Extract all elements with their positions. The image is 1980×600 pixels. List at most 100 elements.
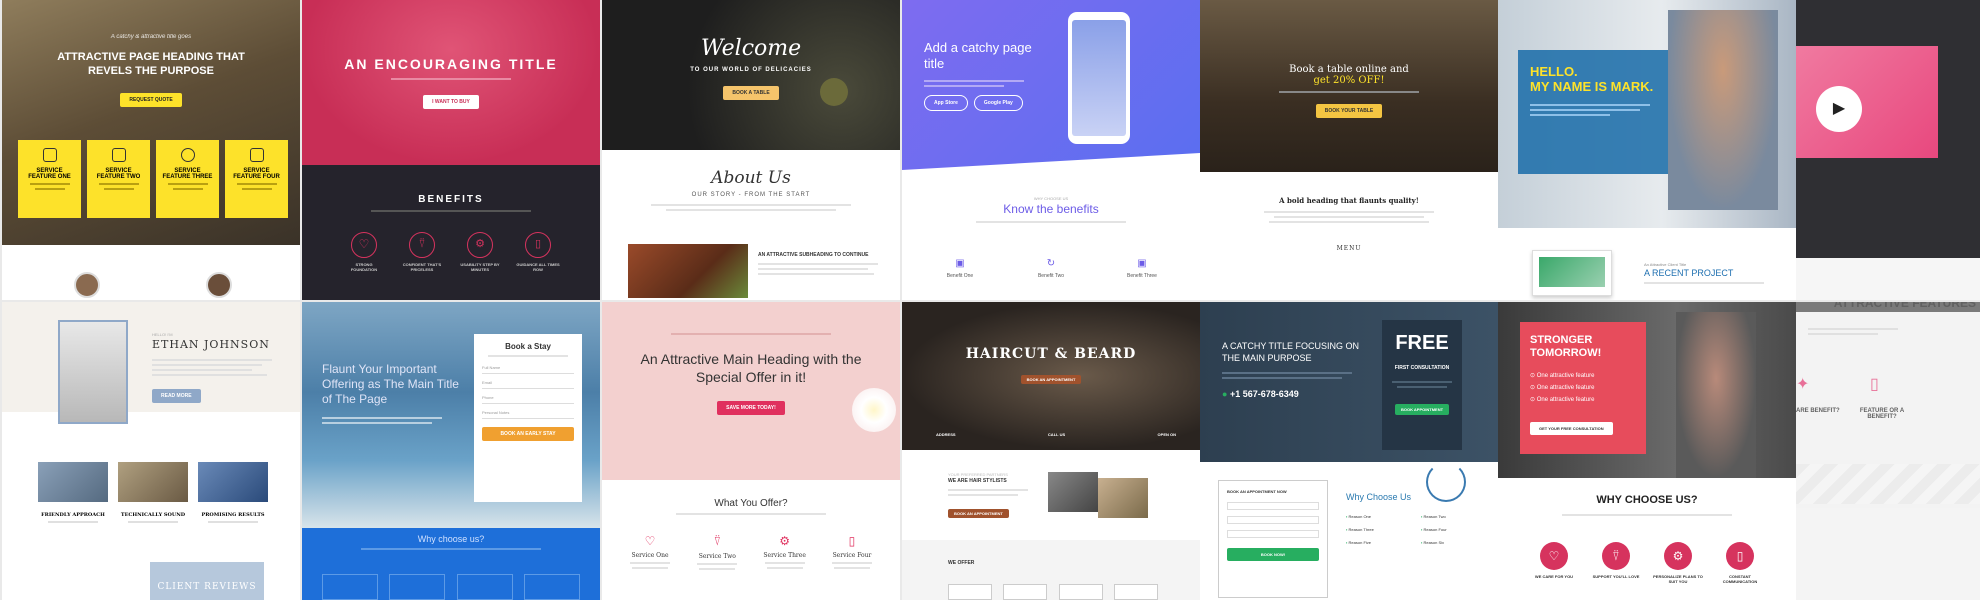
why-heading: WHY CHOOSE US?: [1596, 494, 1698, 506]
template-card-barber[interactable]: HAIRCUT & BEARD BOOK AN APPOINTMENT ADDR…: [902, 302, 1200, 600]
phone-icon: ▯: [1726, 542, 1754, 570]
template-card-video[interactable]: ▶: [1796, 0, 1980, 300]
feature-icon: ✦: [1796, 376, 1810, 393]
hero-heading: An Attractive Main Heading with the Spec…: [640, 351, 862, 385]
template-card-features[interactable]: ATTRACTIVE FEATURES ✦ ▯ ARE BENEFIT? FEA…: [1796, 302, 1980, 600]
feature-box: SERVICE FEATURE ONE: [18, 140, 81, 218]
book-stay-button[interactable]: BOOK AN EARLY STAY: [482, 427, 574, 441]
template-card-app[interactable]: Add a catchy page title App Store Google…: [902, 0, 1200, 300]
why-heading: Why Choose Us: [1346, 492, 1412, 502]
microphone-icon: ⍢: [1602, 542, 1630, 570]
google-play-button[interactable]: Google Play: [973, 95, 1023, 111]
feature-box: SERVICE FEATURE THREE: [156, 140, 219, 218]
check-icon: ⊙: [1530, 385, 1536, 391]
stylists-heading: WE ARE HAIR STYLISTS: [948, 478, 1007, 484]
form-title: Book a Stay: [505, 342, 551, 351]
stylist-photo: [1098, 478, 1148, 518]
consult-label: FIRST CONSULTATION: [1394, 365, 1450, 371]
avatar: [206, 272, 232, 298]
project-screenshot: [1532, 250, 1612, 296]
benefit-icon: ▣: [955, 258, 965, 269]
play-icon[interactable]: ▶: [1816, 86, 1862, 132]
form-title: BOOK AN APPOINTMENT NOW: [1227, 489, 1287, 494]
phone-field[interactable]: [482, 403, 574, 404]
hero-heading: Flaunt Your Important Offering as The Ma…: [322, 362, 459, 406]
template-card-dining[interactable]: Book a table online and get 20% OFF! BOO…: [1200, 0, 1498, 300]
about-heading: About Us: [711, 168, 791, 188]
phone-icon: ▯: [525, 232, 551, 258]
hero-overline: A catchy & attractive title goes: [110, 34, 192, 40]
microphone-icon: ⍢: [713, 534, 721, 548]
template-card-gym[interactable]: STRONGER TOMORROW! ⊙ One attractive feat…: [1498, 302, 1796, 600]
read-more-button[interactable]: READ MORE: [152, 389, 201, 403]
stylist-photo: [1048, 472, 1098, 512]
template-card-medical[interactable]: A CATCHY TITLE FOCUSING ON THE MAIN PURP…: [1200, 302, 1498, 600]
hero-heading: Book a table online and: [1289, 64, 1409, 75]
hero-heading: A CATCHY TITLE FOCUSING ON THE MAIN PURP…: [1222, 341, 1360, 363]
book-appointment-button[interactable]: BOOK AN APPOINTMENT: [948, 509, 1009, 518]
reviews-heading: CLIENT REVIEWS: [157, 582, 257, 592]
template-card-resort[interactable]: Flaunt Your Important Offering as The Ma…: [302, 302, 600, 600]
template-card-offer[interactable]: An Attractive Main Heading with the Spec…: [602, 302, 900, 600]
benefits-title: Know the benefits: [1003, 202, 1099, 216]
book-now-button[interactable]: BOOK NOW!: [1227, 548, 1319, 561]
notes-field[interactable]: [482, 418, 574, 419]
welcome-script: Welcome: [700, 36, 802, 61]
bold-heading: A bold heading that flaunts quality!: [1279, 196, 1419, 205]
hello-text: HELLO.: [1530, 64, 1578, 79]
feature-icon: [42, 148, 57, 162]
offer-title: What You Offer?: [714, 498, 788, 509]
template-card-fitness[interactable]: AN ENCOURAGING TITLE I WANT TO BUY BENEF…: [302, 0, 600, 300]
gear-icon: ⚙: [1664, 542, 1692, 570]
app-store-button[interactable]: App Store: [924, 95, 968, 111]
appointment-form: BOOK AN APPOINTMENT NOW BOOK NOW!: [1218, 480, 1328, 598]
phone-icon: ▯: [1870, 376, 1879, 393]
appointment-badge[interactable]: BOOK AN APPOINTMENT: [1020, 375, 1082, 384]
buy-button[interactable]: I WANT TO BUY: [423, 95, 479, 109]
name-field[interactable]: [1227, 502, 1319, 510]
phone-mockup: [1068, 12, 1130, 144]
email-field[interactable]: [1227, 516, 1319, 524]
request-quote-button[interactable]: REQUEST QUOTE: [120, 93, 182, 107]
feature-photo: [38, 462, 108, 502]
template-card-construction[interactable]: A catchy & attractive title goes ATTRACT…: [2, 0, 300, 300]
microphone-icon: ⍢: [409, 232, 435, 258]
benefit-icon: ▣: [1137, 258, 1147, 269]
hero-heading: HAIRCUT & BEARD: [965, 346, 1137, 362]
email-field[interactable]: [482, 388, 574, 389]
phone-number[interactable]: +1 567-678-6349: [1230, 389, 1299, 399]
gear-icon: ⚙: [467, 232, 493, 258]
template-card-restaurant[interactable]: Welcome TO OUR WORLD OF DELICACIES BOOK …: [602, 0, 900, 300]
feature-box: SERVICE FEATURE TWO: [87, 140, 150, 218]
refresh-icon: ↻: [1046, 258, 1056, 269]
phone-icon: ●: [1222, 389, 1228, 399]
hero-heading: Add a catchy page title: [924, 40, 1032, 71]
free-label: FREE: [1395, 332, 1449, 354]
profile-photo: [58, 320, 128, 424]
feature-icon: [180, 148, 195, 162]
food-photo: [628, 244, 748, 298]
offer-text: get 20% OFF!: [1313, 75, 1385, 86]
save-more-button[interactable]: SAVE MORE TODAY!: [717, 401, 785, 415]
template-gallery: A catchy & attractive title goes ATTRACT…: [0, 0, 1980, 600]
consultation-button[interactable]: GET YOUR FREE CONSULTATION: [1530, 422, 1613, 435]
hero-heading: STRONGER TOMORROW!: [1530, 334, 1602, 359]
template-card-profile[interactable]: HELLO! I'M ETHAN JOHNSON READ MORE FRIEN…: [2, 302, 300, 600]
book-table-button[interactable]: BOOK YOUR TABLE: [1315, 104, 1383, 118]
offer-heading: WE OFFER: [948, 560, 975, 566]
consultation-box: FREE FIRST CONSULTATION BOOK APPOINTMENT: [1382, 320, 1462, 450]
story-label: OUR STORY - FROM THE START: [691, 192, 811, 198]
avatar: [74, 272, 100, 298]
name-field[interactable]: [482, 373, 574, 374]
book-table-button[interactable]: BOOK A TABLE: [723, 86, 779, 100]
feature-icon: [111, 148, 126, 162]
reviews-section: CLIENT REVIEWS: [150, 562, 264, 600]
hero-subtitle: TO OUR WORLD OF DELICACIES: [690, 67, 812, 73]
heart-icon: ♡: [644, 534, 656, 548]
section-subheading: AN ATTRACTIVE SUBHEADING TO CONTINUE: [758, 252, 869, 258]
template-card-personal[interactable]: HELLO. MY NAME IS MARK. An Attractive Cl…: [1498, 0, 1796, 300]
phone-field[interactable]: [1227, 530, 1319, 538]
offer-box: STRONGER TOMORROW! ⊙ One attractive feat…: [1520, 322, 1646, 454]
gear-icon: ⚙: [779, 534, 791, 548]
book-appointment-button[interactable]: BOOK APPOINTMENT: [1394, 404, 1450, 415]
